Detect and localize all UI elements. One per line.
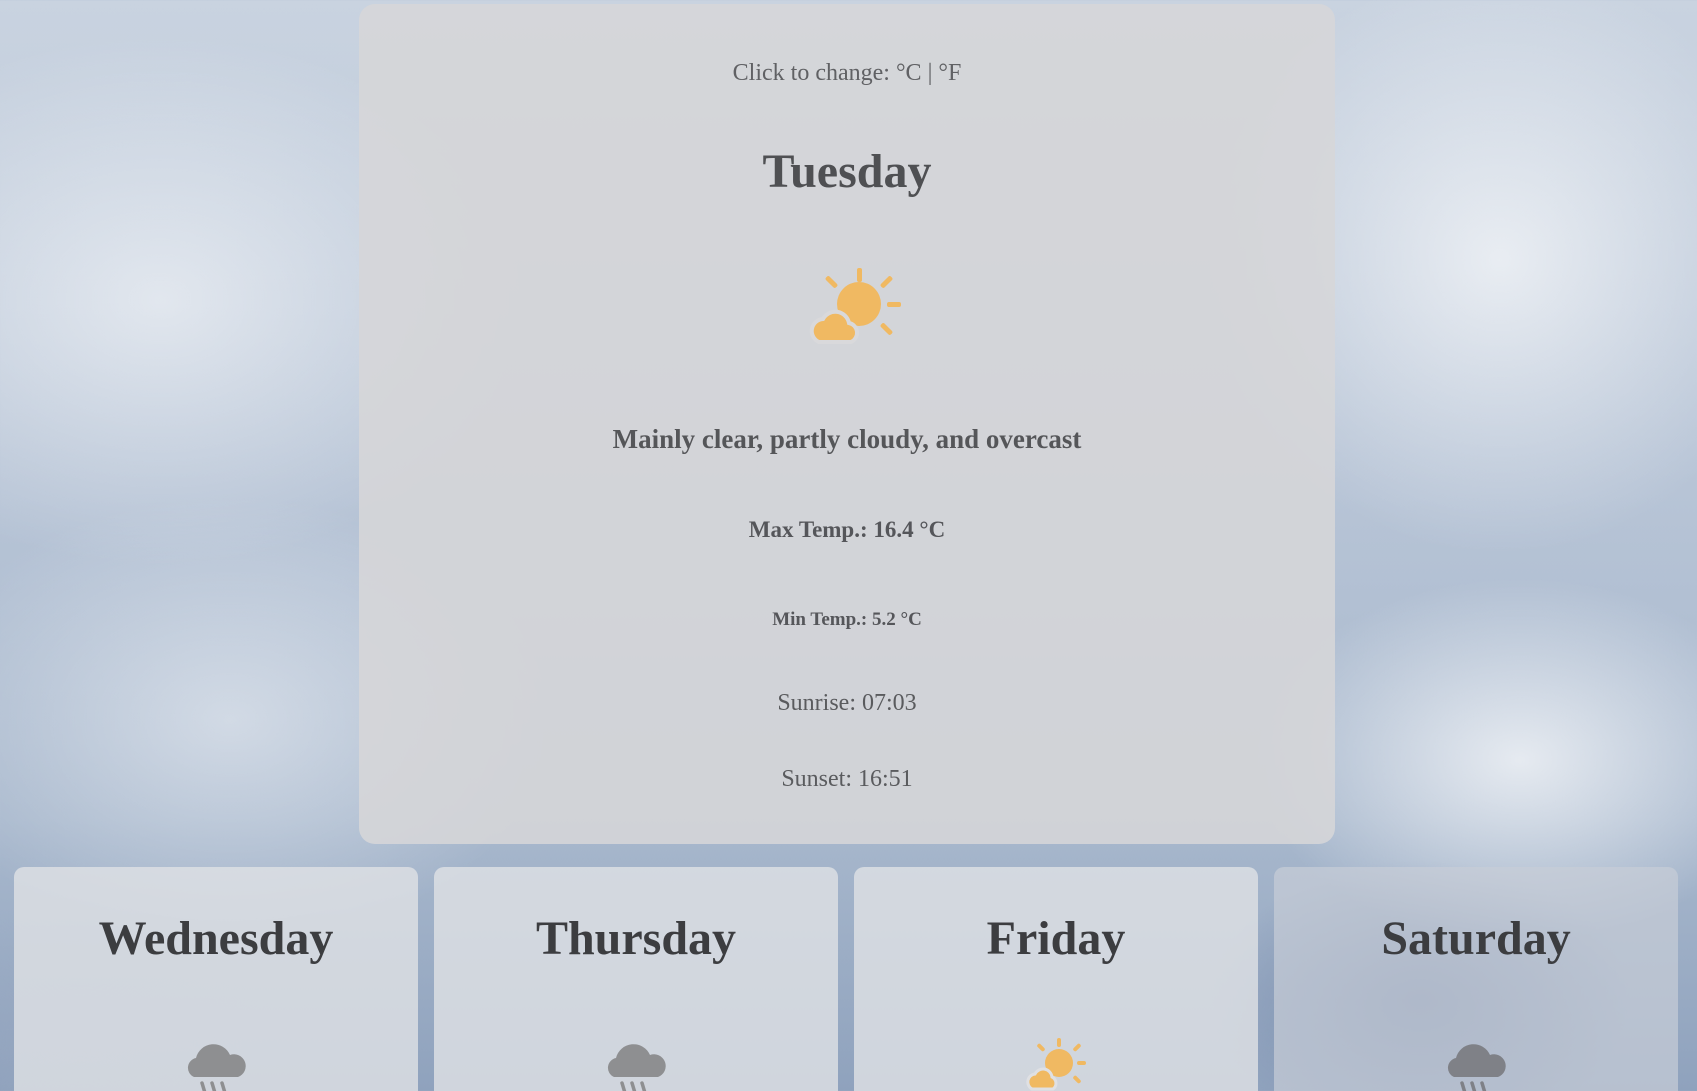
forecast-card-friday: Friday <box>854 867 1258 1091</box>
forecast-day-name: Wednesday <box>98 912 334 965</box>
rain-cloud-icon <box>187 1044 246 1091</box>
max-temperature: Max Temp.: 16.4 °C <box>748 517 946 542</box>
today-day-name: Tuesday <box>762 145 932 198</box>
rain-cloud-icon <box>1447 1044 1506 1091</box>
weather-description: Mainly clear, partly cloudy, and overcas… <box>612 424 1082 454</box>
sunset-time: Sunset: 16:51 <box>781 766 913 792</box>
sun-behind-cloud-icon <box>1026 1038 1086 1091</box>
forecast-day-name: Saturday <box>1381 912 1571 965</box>
forecast-card-saturday: Saturday <box>1274 867 1678 1091</box>
min-temperature: Min Temp.: 5.2 °C <box>772 609 922 630</box>
forecast-card-thursday: Thursday <box>434 867 838 1091</box>
sunrise-time: Sunrise: 07:03 <box>777 690 917 716</box>
forecast-day-name: Thursday <box>535 912 737 965</box>
sun-behind-cloud-icon <box>809 268 901 344</box>
rain-cloud-icon <box>607 1044 666 1091</box>
forecast-card-wednesday: Wednesday <box>14 867 418 1091</box>
current-weather-card: Click to change: °C | °F Tuesday Mainly … <box>359 4 1335 844</box>
forecast-day-name: Friday <box>986 912 1126 965</box>
unit-toggle[interactable]: Click to change: °C | °F <box>359 60 1335 87</box>
